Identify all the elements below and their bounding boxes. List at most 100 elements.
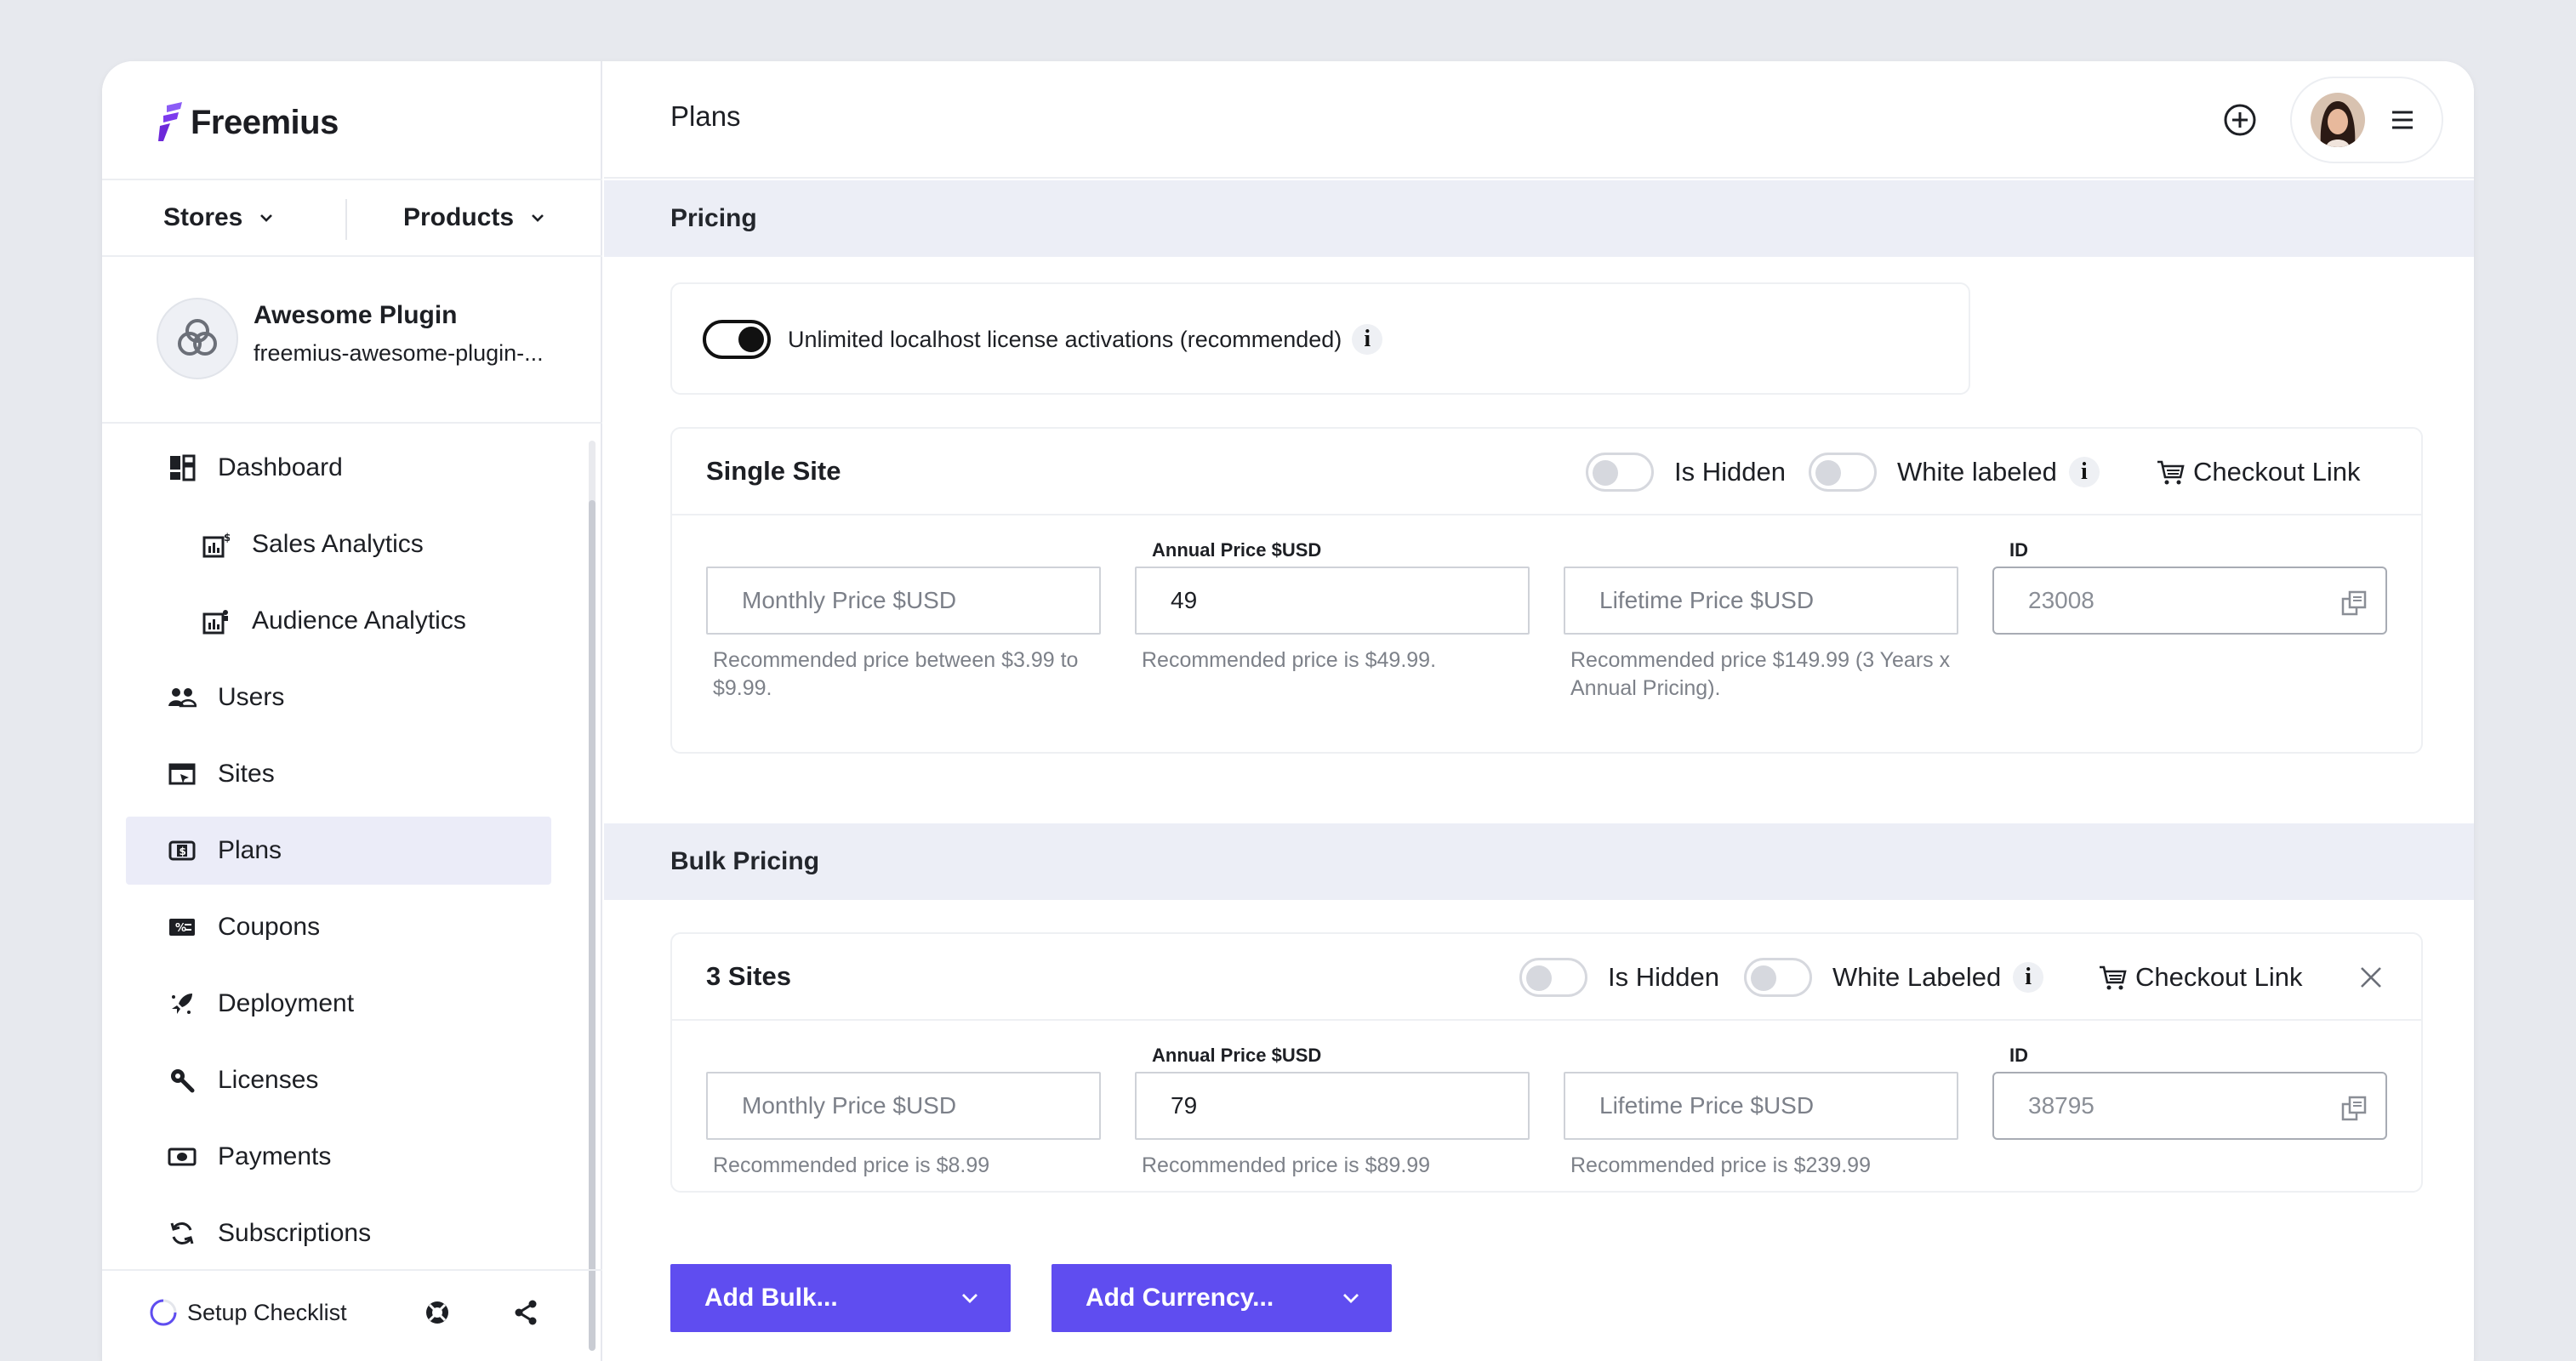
- copy-icon[interactable]: [2339, 589, 2368, 618]
- single-site-card: Single Site Is Hidden White labeled i Ch…: [670, 427, 2423, 754]
- add-currency-button[interactable]: Add Currency...: [1051, 1264, 1392, 1332]
- checkout-link[interactable]: Checkout Link: [2098, 956, 2302, 999]
- sidebar-item-deployment[interactable]: Deployment: [126, 970, 551, 1038]
- sidebar-item-licenses[interactable]: Licenses: [126, 1046, 551, 1114]
- stores-label: Stores: [163, 203, 243, 231]
- lifetime-price-hint: Recommended price $149.99 (3 Years x Ann…: [1570, 648, 1951, 700]
- svg-text:$: $: [180, 846, 186, 857]
- white-labeled-option[interactable]: White Labeled i: [1744, 956, 2044, 999]
- lifetime-price-input[interactable]: Lifetime Price $USD: [1564, 1072, 1958, 1140]
- sidebar-item-label: Coupons: [218, 913, 321, 941]
- close-icon[interactable]: [2357, 963, 2385, 992]
- sidebar-scrollbar[interactable]: [589, 441, 596, 1351]
- id-label: ID: [2009, 1045, 2028, 1066]
- page-title: Plans: [670, 100, 741, 132]
- products-dropdown[interactable]: Products: [403, 203, 546, 232]
- users-icon: [165, 680, 199, 715]
- is-hidden-label: Is Hidden: [1674, 457, 1786, 487]
- sales-analytics-icon: $: [199, 527, 233, 561]
- product-name: Awesome Plugin: [254, 301, 458, 329]
- annual-price-hint: Recommended price is $49.99.: [1142, 648, 1437, 672]
- sidebar: Freemius Stores Products Awesome Plugin …: [102, 61, 602, 1361]
- monthly-price-hint: Recommended price between $3.99 to $9.99…: [713, 648, 1079, 700]
- copy-icon[interactable]: [2339, 1094, 2368, 1123]
- annual-price-input[interactable]: 49: [1135, 567, 1530, 635]
- add-bulk-label: Add Bulk...: [704, 1284, 838, 1312]
- is-hidden-toggle[interactable]: [1586, 453, 1654, 492]
- add-bulk-button[interactable]: Add Bulk...: [670, 1264, 1011, 1332]
- store-product-switcher: Stores Products: [102, 179, 602, 257]
- is-hidden-option[interactable]: Is Hidden: [1519, 956, 1719, 999]
- progress-ring-icon: [150, 1299, 177, 1326]
- checkout-link[interactable]: Checkout Link: [2156, 451, 2360, 493]
- white-labeled-toggle[interactable]: [1809, 453, 1877, 492]
- sidebar-item-label: Dashboard: [218, 453, 343, 481]
- setup-checklist-label: Setup Checklist: [187, 1299, 347, 1325]
- sidebar-item-plans[interactable]: $ Plans: [126, 817, 551, 885]
- section-title: Pricing: [670, 204, 757, 232]
- chevron-down-icon: [260, 214, 273, 222]
- subscriptions-icon: [165, 1216, 199, 1250]
- bulk-tier-header: 3 Sites Is Hidden White Labeled i Checko…: [672, 934, 2421, 1021]
- sidebar-item-sales-analytics[interactable]: $ Sales Analytics: [126, 510, 551, 578]
- localhost-label: Unlimited localhost license activations …: [788, 326, 1342, 352]
- sidebar-item-dashboard[interactable]: Dashboard: [126, 434, 551, 502]
- white-labeled-toggle[interactable]: [1744, 958, 1812, 997]
- lifetime-price-input[interactable]: Lifetime Price $USD: [1564, 567, 1958, 635]
- stores-dropdown[interactable]: Stores: [163, 203, 275, 232]
- add-circle-icon[interactable]: [2222, 102, 2258, 138]
- info-icon[interactable]: i: [2068, 457, 2100, 487]
- logo[interactable]: Freemius: [158, 97, 339, 148]
- product-avatar: [157, 298, 238, 379]
- sidebar-item-label: Audience Analytics: [252, 606, 466, 635]
- share-icon[interactable]: [510, 1297, 541, 1328]
- is-hidden-option[interactable]: Is Hidden: [1586, 451, 1786, 493]
- sidebar-item-users[interactable]: Users: [126, 663, 551, 732]
- chevron-down-icon: [532, 214, 544, 222]
- chevron-down-icon: [962, 1294, 977, 1303]
- svg-text:$: $: [224, 532, 230, 544]
- audience-analytics-icon: [199, 604, 233, 638]
- sidebar-item-label: Licenses: [218, 1066, 319, 1094]
- hamburger-menu-icon: [2392, 111, 2413, 129]
- checkout-link-label: Checkout Link: [2135, 962, 2303, 992]
- monthly-price-input[interactable]: Monthly Price $USD: [706, 1072, 1101, 1140]
- current-product[interactable]: Awesome Plugin freemius-awesome-plugin-.…: [102, 257, 602, 424]
- sidebar-item-label: Deployment: [218, 989, 355, 1017]
- localhost-toggle-row: Unlimited localhost license activations …: [703, 320, 1383, 359]
- sidebar-footer: Setup Checklist: [102, 1269, 602, 1354]
- white-labeled-option[interactable]: White labeled i: [1809, 451, 2100, 493]
- sidebar-item-audience-analytics[interactable]: Audience Analytics: [126, 587, 551, 655]
- plan-tier-title: 3 Sites: [706, 961, 791, 991]
- sidebar-item-sites[interactable]: Sites: [126, 740, 551, 808]
- cart-icon: [2157, 460, 2185, 485]
- dashboard-icon: [165, 451, 199, 485]
- divider: [345, 199, 347, 240]
- sites-icon: [165, 757, 199, 791]
- info-icon[interactable]: i: [2013, 962, 2044, 993]
- is-hidden-toggle[interactable]: [1519, 958, 1587, 997]
- setup-checklist-button[interactable]: Setup Checklist: [148, 1297, 347, 1328]
- add-currency-label: Add Currency...: [1086, 1284, 1274, 1312]
- sidebar-item-subscriptions[interactable]: Subscriptions: [126, 1199, 551, 1267]
- info-icon[interactable]: i: [1352, 324, 1383, 355]
- white-labeled-label: White labeled: [1897, 457, 2057, 487]
- plan-id-field[interactable]: 23008: [1992, 567, 2387, 635]
- annual-price-input[interactable]: 79: [1135, 1072, 1530, 1140]
- plan-id-value: 23008: [2028, 587, 2094, 613]
- sidebar-item-coupons[interactable]: % Coupons: [126, 893, 551, 961]
- freemius-logo-icon: [158, 102, 182, 141]
- plans-icon: $: [165, 834, 199, 868]
- monthly-price-input[interactable]: Monthly Price $USD: [706, 567, 1101, 635]
- product-slug: freemius-awesome-plugin-...: [254, 340, 544, 366]
- help-lifebuoy-icon[interactable]: [422, 1297, 453, 1328]
- user-menu[interactable]: [2290, 77, 2443, 163]
- scrollbar-thumb[interactable]: [589, 500, 596, 1351]
- localhost-toggle[interactable]: [703, 320, 771, 359]
- main-content: Plans Pricing Unlimited localhost licens…: [604, 61, 2474, 1361]
- plugin-logo-icon: [178, 319, 217, 356]
- plan-id-field[interactable]: 38795: [1992, 1072, 2387, 1140]
- sidebar-item-payments[interactable]: Payments: [126, 1123, 551, 1191]
- plan-id-value: 38795: [2028, 1092, 2094, 1119]
- cart-icon: [2100, 965, 2127, 990]
